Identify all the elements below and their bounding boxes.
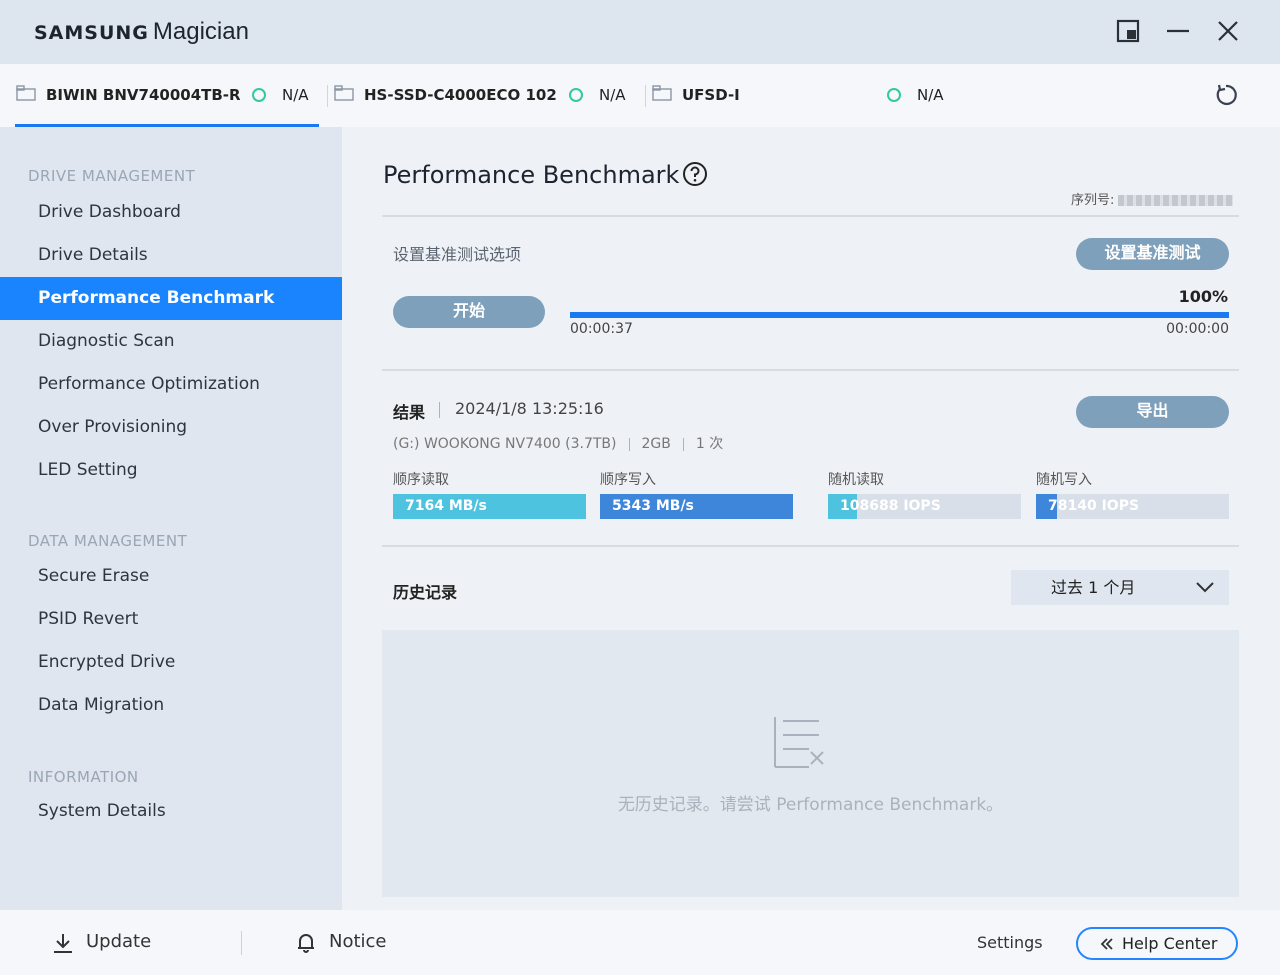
section-heading-information: INFORMATION: [28, 768, 139, 786]
history-panel: 无历史记录。请尝试 Performance Benchmark。: [382, 630, 1239, 897]
status-dot-icon: [569, 88, 583, 102]
elapsed-time: 00:00:37: [570, 321, 633, 337]
drive-name: BIWIN BNV740004TB-R: [46, 86, 240, 104]
metric-value: 7164 MB/s: [405, 498, 487, 514]
update-button[interactable]: Update: [86, 931, 151, 952]
sidebar-item-drive-dashboard[interactable]: Drive Dashboard: [0, 191, 342, 234]
result-test-size: 2GB: [641, 436, 671, 452]
brand-samsung: SAMSUNG: [34, 22, 149, 44]
progress-percent: 100%: [1178, 287, 1228, 306]
chevron-down-icon: [1196, 582, 1214, 593]
page-title: Performance Benchmark: [383, 161, 680, 189]
help-center-button[interactable]: Help Center: [1076, 927, 1238, 960]
history-range-dropdown[interactable]: 过去 1 个月: [1011, 570, 1229, 605]
result-timestamp: 2024/1/8 13:25:16: [455, 399, 604, 418]
tab-divider: [645, 85, 646, 107]
section-heading-data-management: DATA MANAGEMENT: [28, 532, 188, 550]
result-drive-name: (G:) WOOKONG NV7400 (3.7TB): [393, 436, 617, 452]
sidebar-item-secure-erase[interactable]: Secure Erase: [0, 555, 342, 598]
result-label: 结果: [393, 403, 426, 422]
metric-bar-rand-read: 108688 IOPS: [828, 494, 1021, 519]
drive-icon: [652, 85, 672, 101]
divider: [382, 215, 1239, 217]
metric-value: 5343 MB/s: [612, 498, 694, 514]
close-icon[interactable]: [1213, 16, 1243, 46]
progress-fill: [570, 312, 1229, 318]
metric-value: 108688 IOPS: [840, 498, 941, 514]
app-logo: SAMSUNG Magician: [34, 18, 249, 46]
separator: [682, 437, 684, 451]
help-question-icon[interactable]: [682, 161, 708, 187]
drive-status: N/A: [282, 86, 309, 104]
remaining-time: 00:00:00: [1166, 321, 1229, 337]
metric-bar-seq-write: 5343 MB/s: [600, 494, 793, 519]
main-panel: Performance Benchmark 序列号: 设置基准测试选项 设置基准…: [342, 127, 1280, 910]
download-icon[interactable]: [52, 932, 74, 954]
help-center-label: Help Center: [1122, 934, 1218, 953]
drive-status: N/A: [599, 86, 626, 104]
metric-value: 78140 IOPS: [1048, 498, 1140, 514]
history-range-value: 过去 1 个月: [1051, 578, 1136, 597]
restore-window-icon[interactable]: [1113, 16, 1143, 46]
drive-name: HS-SSD-C4000ECO 1024: [364, 86, 556, 104]
drive-name: UFSD-I: [682, 86, 740, 104]
sidebar-item-led-setting[interactable]: LED Setting: [0, 449, 342, 492]
sidebar-item-diagnostic-scan[interactable]: Diagnostic Scan: [0, 320, 342, 363]
drive-icon: [334, 85, 354, 101]
drive-tab-ufsd[interactable]: UFSD-I N/A: [652, 64, 955, 127]
sidebar-item-data-migration[interactable]: Data Migration: [0, 684, 342, 727]
benchmark-options-label: 设置基准测试选项: [393, 245, 522, 264]
sidebar-item-encrypted-drive[interactable]: Encrypted Drive: [0, 641, 342, 684]
drive-tab-biwin[interactable]: BIWIN BNV740004TB-R N/A: [16, 64, 328, 127]
minimize-icon[interactable]: [1163, 16, 1193, 46]
sidebar-item-over-provisioning[interactable]: Over Provisioning: [0, 406, 342, 449]
history-empty-message: 无历史记录。请尝试 Performance Benchmark。: [617, 795, 1004, 815]
footer-bar: Update Notice Settings Help Center: [0, 910, 1280, 975]
status-dot-icon: [887, 88, 901, 102]
brand-magician: Magician: [152, 18, 249, 45]
title-bar: SAMSUNG Magician: [0, 0, 1280, 64]
start-button[interactable]: 开始: [393, 296, 545, 328]
footer-divider: [241, 931, 242, 955]
metric-bar-rand-write: 78140 IOPS: [1036, 494, 1229, 519]
bell-icon[interactable]: [295, 932, 317, 954]
separator: [439, 402, 440, 418]
serial-number: 序列号:: [1071, 189, 1234, 208]
double-chevron-left-icon: [1100, 938, 1113, 950]
settings-button[interactable]: Settings: [977, 933, 1043, 952]
drive-icon: [16, 85, 36, 101]
history-label: 历史记录: [393, 583, 458, 602]
result-run-count: 1 次: [695, 436, 724, 452]
sidebar-item-system-details[interactable]: System Details: [0, 790, 342, 833]
separator: [628, 437, 630, 451]
sidebar-item-psid-revert[interactable]: PSID Revert: [0, 598, 342, 641]
tab-divider: [327, 85, 328, 107]
drive-status: N/A: [917, 86, 944, 104]
serial-value-redacted: [1118, 195, 1234, 206]
metric-label-seq-read: 顺序读取: [393, 472, 449, 488]
sidebar-item-drive-details[interactable]: Drive Details: [0, 234, 342, 277]
result-drive-info: (G:) WOOKONG NV7400 (3.7TB) 2GB 1 次: [393, 433, 723, 453]
export-button[interactable]: 导出: [1076, 396, 1229, 428]
setup-benchmark-button[interactable]: 设置基准测试: [1076, 238, 1229, 270]
divider: [382, 369, 1239, 371]
drive-tab-hs-ssd[interactable]: HS-SSD-C4000ECO 1024 N/A: [334, 64, 646, 127]
drive-tab-bar: BIWIN BNV740004TB-R N/A HS-SSD-C4000ECO …: [0, 64, 1280, 127]
sidebar: DRIVE MANAGEMENT Drive Dashboard Drive D…: [0, 127, 342, 910]
status-dot-icon: [252, 88, 266, 102]
empty-list-icon: [774, 717, 824, 768]
refresh-icon[interactable]: [1213, 82, 1239, 108]
divider: [382, 545, 1239, 547]
progress-bar: [570, 312, 1229, 318]
sidebar-item-performance-optimization[interactable]: Performance Optimization: [0, 363, 342, 406]
metric-label-rand-write: 随机写入: [1036, 472, 1092, 488]
serial-label: 序列号:: [1071, 193, 1115, 208]
metric-label-rand-read: 随机读取: [828, 472, 884, 488]
metric-label-seq-write: 顺序写入: [600, 472, 656, 488]
section-heading-drive-management: DRIVE MANAGEMENT: [28, 167, 196, 185]
sidebar-item-performance-benchmark[interactable]: Performance Benchmark: [0, 277, 342, 320]
notice-button[interactable]: Notice: [329, 931, 387, 952]
metric-bar-seq-read: 7164 MB/s: [393, 494, 586, 519]
